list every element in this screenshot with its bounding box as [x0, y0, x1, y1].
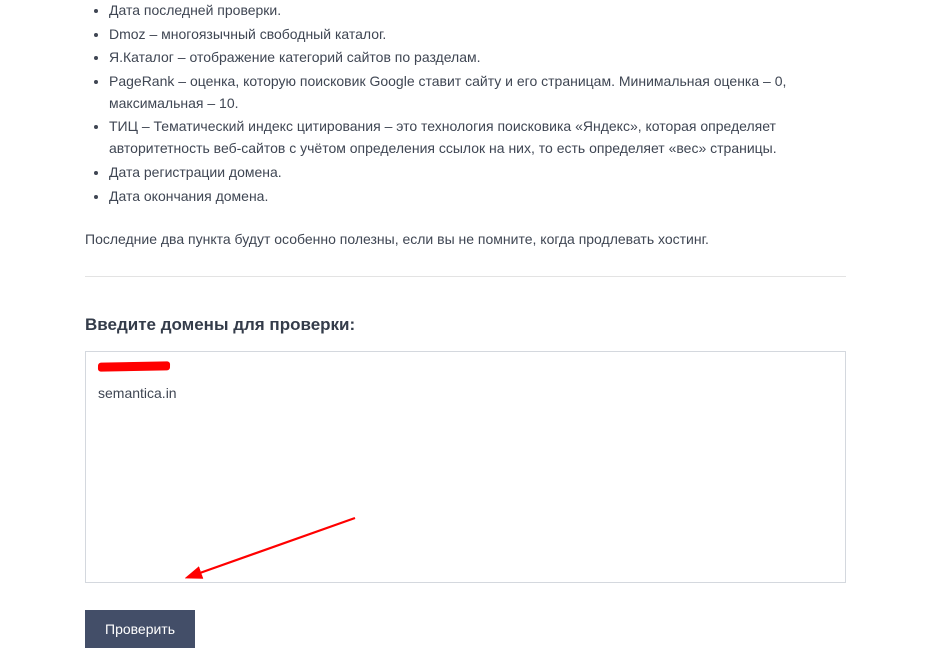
list-item: Дата регистрации домена.	[109, 162, 846, 184]
section-divider	[85, 276, 846, 277]
submit-button[interactable]: Проверить	[85, 610, 195, 648]
list-item: Я.Каталог – отображение категорий сайтов…	[109, 47, 846, 69]
domains-textarea[interactable]	[85, 351, 846, 583]
list-item: Дата окончания домена.	[109, 186, 846, 208]
list-item: PageRank – оценка, которую поисковик Goo…	[109, 71, 846, 114]
form-heading: Введите домены для проверки:	[85, 315, 846, 335]
list-item: Дата последней проверки.	[109, 0, 846, 22]
textarea-wrapper	[85, 351, 846, 588]
info-list: Дата последней проверки. Dmoz – многоязы…	[85, 0, 846, 207]
list-item: ТИЦ – Тематический индекс цитирования – …	[109, 116, 846, 159]
note-text: Последние два пункта будут особенно поле…	[85, 229, 846, 250]
redacted-overlay	[98, 362, 170, 372]
list-item: Dmoz – многоязычный свободный каталог.	[109, 24, 846, 46]
